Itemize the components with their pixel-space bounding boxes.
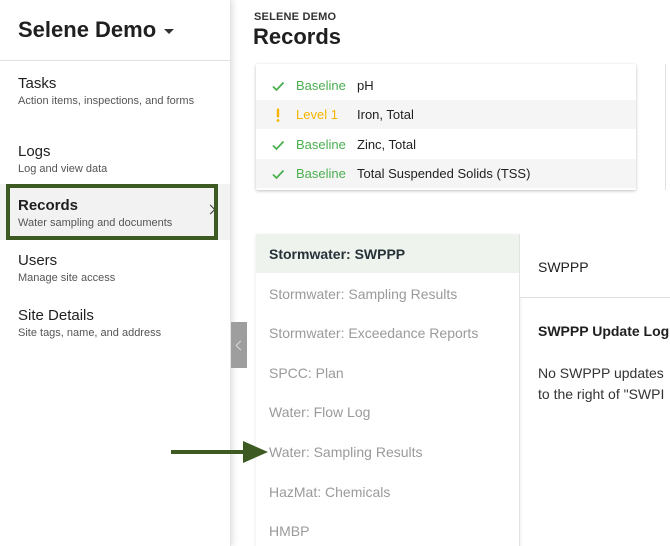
records-list: Stormwater: SWPPP Stormwater: Sampling R… [256,234,520,546]
annotation-arrow-icon [171,441,268,463]
page-kicker: SELENE DEMO [254,11,337,23]
update-log-title: SWPPP Update Log [538,323,670,339]
list-item-hmbp[interactable]: HMBP [256,511,519,546]
site-switcher[interactable]: Selene Demo [0,0,230,61]
sidebar-item-users[interactable]: Users Manage site access [0,252,230,285]
status-label: Baseline [296,78,346,93]
status-row: Baseline Total Suspended Solids (TSS) [256,159,636,188]
sidebar-item-site-details[interactable]: Site Details Site tags, name, and addres… [0,307,230,340]
parameter-name: Total Suspended Solids (TSS) [357,166,531,181]
list-item-water-flow-log[interactable]: Water: Flow Log [256,392,519,431]
sidebar-item-description: Manage site access [18,272,116,284]
parameter-name: Iron, Total [357,107,414,122]
list-item-hazmat-chemicals[interactable]: HazMat: Chemicals [256,472,519,511]
status-label: Level 1 [296,107,338,122]
detail-title: SWPPP [538,259,589,275]
adjacent-card-edge [665,64,670,190]
parameter-name: Zinc, Total [357,137,417,152]
sidebar-item-label: Site Details [18,307,94,324]
sidebar-item-description: Site tags, name, and address [18,327,162,339]
sidebar-item-description: Action items, inspections, and forms [18,95,195,107]
sidebar-item-label: Logs [18,143,51,160]
sidebar-item-label: Tasks [18,75,57,92]
check-icon [272,169,285,180]
sidebar: Selene Demo Tasks Action items, inspecti… [0,0,231,546]
caret-down-icon[interactable] [164,29,175,34]
status-label: Baseline [296,166,346,181]
update-log-text: to the right of "SWPI [538,386,665,402]
parameter-status-card: Baseline pH Level 1 Iron, Total Baseline… [256,64,636,190]
chevron-left-icon [235,340,246,350]
status-label: Baseline [296,137,346,152]
list-item-spcc-plan[interactable]: SPCC: Plan [256,353,519,392]
status-row: Level 1 Iron, Total [256,100,636,129]
list-item-stormwater-exceedance-reports[interactable]: Stormwater: Exceedance Reports [256,313,519,352]
sidebar-item-description: Log and view data [18,163,108,175]
site-name: Selene Demo [18,17,157,42]
status-row: Baseline Zinc, Total [256,130,636,159]
sidebar-collapse-handle[interactable] [231,322,247,368]
exclamation-icon [276,108,280,122]
status-row: Baseline pH [256,71,636,100]
sidebar-item-tasks[interactable]: Tasks Action items, inspections, and for… [0,75,230,108]
detail-header: SWPPP [520,234,670,298]
check-icon [272,140,285,151]
list-item-stormwater-sampling-results[interactable]: Stormwater: Sampling Results [256,274,519,313]
page-title: Records [253,24,342,49]
annotation-highlight-box [6,184,218,240]
check-icon [272,81,285,92]
sidebar-item-logs[interactable]: Logs Log and view data [0,143,230,176]
parameter-name: pH [357,78,374,93]
update-log-text: No SWPPP updates [538,365,664,381]
list-item-water-sampling-results[interactable]: Water: Sampling Results [256,432,519,471]
sidebar-item-label: Users [18,252,58,269]
list-item-stormwater-swppp[interactable]: Stormwater: SWPPP [256,234,519,273]
